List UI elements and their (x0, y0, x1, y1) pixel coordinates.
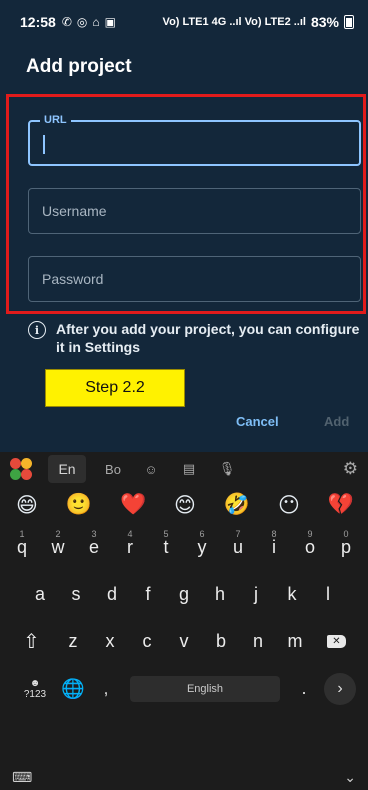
letter-key[interactable]: l (310, 571, 346, 618)
keyboard-nav-bar: ⌨ ⌄ (0, 764, 368, 790)
letter-key[interactable]: v (166, 618, 203, 665)
gallery-icon: ▣ (104, 15, 116, 29)
letter-key[interactable]: f (130, 571, 166, 618)
space-bar[interactable]: English (130, 675, 280, 702)
letter-key[interactable]: x (92, 618, 129, 665)
gear-icon[interactable]: ⚙ (343, 459, 358, 479)
emoji-icon[interactable]: ☺ (132, 462, 170, 477)
emoji-key[interactable]: 😶 (278, 493, 300, 518)
letter-key[interactable]: b (203, 618, 240, 665)
backspace-icon[interactable]: ✕ (314, 618, 360, 665)
letter-key[interactable]: s (58, 571, 94, 618)
key-row-3: ⇧ z x c v b n m ✕ (0, 618, 368, 665)
cancel-button[interactable]: Cancel (236, 414, 279, 429)
emoji-key[interactable]: ❤️ (120, 493, 146, 517)
screen: 12:58 ✆ ◎ ⌂ ▣ Vo) LTE1 4G ..ıl Vo) LTE2 … (0, 0, 368, 790)
letter-key[interactable]: m (277, 618, 314, 665)
emoji-key[interactable]: 😄 (16, 493, 38, 518)
emoji-key[interactable]: 😊 (174, 493, 196, 518)
chevron-right-icon[interactable]: › (324, 672, 356, 705)
add-button[interactable]: Add (324, 414, 349, 429)
status-time: 12:58 (20, 14, 56, 30)
letter-key[interactable]: j (238, 571, 274, 618)
letter-key[interactable]: 8i (256, 524, 292, 571)
status-right: Vo) LTE1 4G ..ıl Vo) LTE2 ..ıl 83% (163, 14, 354, 30)
letter-key[interactable]: c (129, 618, 166, 665)
text-cursor (43, 135, 45, 154)
info-icon: i (28, 321, 46, 339)
key-row-1: 1q 2w 3e 4r 5t 6y 7u 8i 9o 0p (0, 524, 368, 571)
globe-icon[interactable]: 🌐 (54, 677, 92, 701)
keyboard-switch-icon[interactable]: ⌨ (12, 769, 32, 786)
username-input[interactable] (29, 189, 360, 233)
instagram-icon: ◎ (76, 15, 88, 29)
battery-percent: 83% (310, 14, 339, 30)
keyboard: En Bo ☺ ▤ 🎙 ⚙ 😄 🙂 ❤️ 😊 🤣 😶 💔 1q 2w 3e 4r… (0, 452, 368, 790)
keyboard-logo-icon[interactable] (10, 458, 34, 480)
microphone-icon[interactable]: 🎙 (208, 461, 246, 477)
key-row-bottom: ☻ ?123 🌐 , English . › (0, 665, 368, 712)
letter-key[interactable]: 7u (220, 524, 256, 571)
info-text: After you add your project, you can conf… (56, 321, 360, 355)
url-field[interactable]: URL (28, 114, 361, 166)
password-input[interactable] (29, 257, 360, 301)
period-key[interactable]: . (290, 678, 318, 699)
letter-key[interactable]: 1q (4, 524, 40, 571)
url-label: URL (40, 114, 71, 126)
lock-icon: ⌂ (92, 15, 100, 29)
letter-key[interactable]: 3e (76, 524, 112, 571)
emoji-key[interactable]: 🤣 (224, 493, 250, 517)
handwriting-icon[interactable]: Bo (94, 462, 132, 477)
letter-key[interactable]: n (240, 618, 277, 665)
whatsapp-icon: ✆ (61, 15, 72, 29)
language-key[interactable]: En (48, 455, 86, 483)
status-bar: 12:58 ✆ ◎ ⌂ ▣ Vo) LTE1 4G ..ıl Vo) LTE2 … (0, 0, 368, 44)
chevron-down-icon[interactable]: ⌄ (344, 769, 356, 786)
letter-key[interactable]: d (94, 571, 130, 618)
notification-icons: ✆ ◎ ⌂ ▣ (62, 15, 116, 29)
letter-key[interactable]: 5t (148, 524, 184, 571)
letter-key[interactable]: z (55, 618, 92, 665)
emoji-key[interactable]: 💔 (328, 493, 354, 517)
symbols-key[interactable]: ☻ ?123 (16, 678, 54, 700)
letter-key[interactable]: 2w (40, 524, 76, 571)
keyboard-toolbar: En Bo ☺ ▤ 🎙 ⚙ (0, 452, 368, 486)
network-indicators: Vo) LTE1 4G ..ıl Vo) LTE2 ..ıl (162, 16, 306, 28)
letter-key[interactable]: 6y (184, 524, 220, 571)
letter-key[interactable]: g (166, 571, 202, 618)
letter-key[interactable]: 4r (112, 524, 148, 571)
key-row-2: a s d f g h j k l (0, 571, 368, 618)
step-annotation-label: Step 2.2 (45, 369, 185, 407)
clipboard-icon[interactable]: ▤ (170, 461, 208, 477)
username-field[interactable] (28, 188, 361, 234)
letter-key[interactable]: a (22, 571, 58, 618)
info-message: i After you add your project, you can co… (28, 320, 363, 356)
comma-key[interactable]: , (92, 679, 120, 699)
letter-key[interactable]: h (202, 571, 238, 618)
password-field[interactable] (28, 256, 361, 302)
shift-icon[interactable]: ⇧ (9, 618, 55, 665)
page-title: Add project (26, 56, 132, 77)
battery-icon (344, 15, 354, 29)
emoji-suggestion-row: 😄 🙂 ❤️ 😊 🤣 😶 💔 (0, 486, 368, 524)
emoji-key[interactable]: 🙂 (66, 493, 92, 517)
letter-key[interactable]: k (274, 571, 310, 618)
letter-key[interactable]: 0p (328, 524, 364, 571)
letter-key[interactable]: 9o (292, 524, 328, 571)
